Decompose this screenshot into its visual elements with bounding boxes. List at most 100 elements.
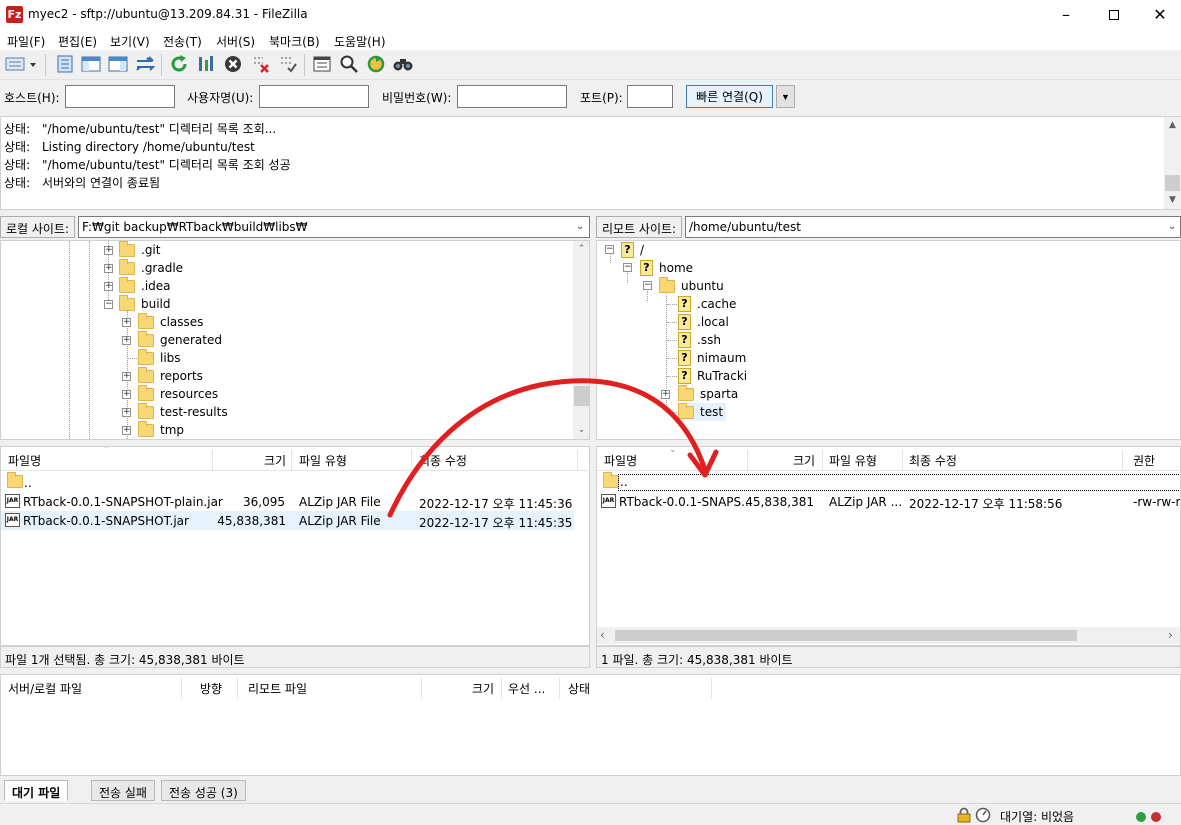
queue-column-priority[interactable]: 우선 ... bbox=[508, 680, 545, 697]
menu-server[interactable]: 서버(S) bbox=[216, 33, 255, 50]
scroll-right-icon[interactable]: › bbox=[1168, 628, 1173, 642]
port-input[interactable] bbox=[627, 85, 673, 108]
tree-folder[interactable]: ? RuTracki bbox=[678, 367, 747, 385]
queue-column-size[interactable]: 크기 bbox=[472, 680, 494, 697]
tree-folder[interactable]: ? .local bbox=[678, 313, 729, 331]
table-row-selected[interactable]: JAR RTback-0.0.1-SNAPSHOT.jar 45,838,381… bbox=[1, 511, 574, 530]
tab-queued-files[interactable]: 대기 파일 bbox=[4, 780, 69, 801]
message-log[interactable]: 상태: "/home/ubuntu/test" 디렉터리 목록 조회... 상태:… bbox=[0, 116, 1181, 210]
column-modified[interactable]: 최종 수정 bbox=[909, 452, 957, 469]
remote-list-hscrollbar[interactable]: ‹ › bbox=[597, 627, 1180, 644]
tree-folder-selected[interactable]: test bbox=[678, 402, 727, 421]
queue-column-direction[interactable]: 방향 bbox=[200, 680, 222, 697]
tree-folder[interactable]: sparta bbox=[678, 384, 738, 403]
remote-path-input[interactable]: /home/ubuntu/test bbox=[685, 216, 1181, 238]
scroll-thumb[interactable] bbox=[1165, 175, 1180, 191]
tree-folder[interactable]: classes bbox=[138, 312, 203, 331]
tree-folder[interactable]: build bbox=[119, 294, 171, 313]
tab-successful-transfers[interactable]: 전송 성공 (3) bbox=[161, 780, 246, 801]
remote-file-list[interactable]: 파일명 ⌄ 크기 파일 유형 최종 수정 권한 .. JAR RTback-0.… bbox=[596, 446, 1181, 646]
column-permissions[interactable]: 권한 bbox=[1133, 452, 1155, 469]
maximize-icon[interactable] bbox=[1091, 0, 1137, 30]
tree-folder[interactable]: generated bbox=[138, 330, 222, 349]
password-label: 비밀번호(W): bbox=[382, 91, 452, 105]
password-input[interactable] bbox=[457, 85, 567, 108]
scroll-down-icon[interactable]: ⌄ bbox=[573, 422, 589, 439]
remote-list-header: 파일명 ⌄ 크기 파일 유형 최종 수정 권한 bbox=[597, 447, 1180, 471]
chevron-down-icon[interactable]: ⌄ bbox=[1168, 221, 1176, 232]
column-filename[interactable]: 파일명 bbox=[8, 452, 41, 469]
tree-folder[interactable]: reports bbox=[138, 366, 203, 385]
menu-edit[interactable]: 편집(E) bbox=[58, 33, 97, 50]
scroll-up-icon[interactable]: ▲ bbox=[1164, 117, 1181, 134]
site-manager-icon[interactable] bbox=[4, 53, 40, 75]
tree-folder[interactable]: resources bbox=[138, 384, 218, 403]
scroll-down-icon[interactable]: ▼ bbox=[1164, 192, 1181, 209]
queue-column-remote-file[interactable]: 리모트 파일 bbox=[248, 680, 307, 697]
local-file-list[interactable]: 파일명 ⌃ 크기 파일 유형 최종 수정 .. JAR RTback-0.0.1… bbox=[0, 446, 590, 646]
tree-folder[interactable]: .git bbox=[119, 241, 160, 259]
menu-bookmarks[interactable]: 북마크(B) bbox=[269, 33, 320, 50]
directory-listing-filter-icon[interactable] bbox=[311, 53, 333, 75]
column-modified[interactable]: 최종 수정 bbox=[419, 452, 467, 469]
scroll-up-icon[interactable]: ⌃ bbox=[573, 241, 589, 258]
tree-folder[interactable]: test-results bbox=[138, 402, 228, 421]
user-input[interactable] bbox=[259, 85, 369, 108]
toggle-log-icon[interactable] bbox=[54, 53, 76, 75]
tree-folder[interactable]: .gradle bbox=[119, 258, 183, 277]
minimize-icon[interactable]: – bbox=[1043, 0, 1089, 30]
quickconnect-dropdown-icon[interactable]: ▼ bbox=[776, 85, 795, 108]
process-queue-icon[interactable] bbox=[195, 53, 217, 75]
tree-folder[interactable]: .idea bbox=[119, 276, 171, 295]
tree-folder[interactable]: libs bbox=[138, 348, 181, 367]
transfer-queue[interactable]: 서버/로컬 파일 방향 리모트 파일 크기 우선 ... 상태 bbox=[0, 674, 1181, 776]
chevron-down-icon[interactable]: ⌄ bbox=[576, 221, 584, 232]
column-size[interactable]: 크기 bbox=[264, 452, 286, 469]
tree-folder[interactable]: ? home bbox=[640, 259, 693, 277]
local-tree-scrollbar[interactable]: ⌃ ⌄ bbox=[573, 241, 589, 439]
tree-folder[interactable]: ? .cache bbox=[678, 295, 736, 313]
table-row[interactable]: JAR RTback-0.0.1-SNAPSHOT-plain.jar 36,0… bbox=[1, 492, 589, 511]
queue-column-status[interactable]: 상태 bbox=[568, 680, 590, 697]
local-path-input[interactable]: F:₩git backup₩RTback₩build₩libs₩ bbox=[78, 216, 590, 238]
menu-transfer[interactable]: 전송(T) bbox=[163, 33, 202, 50]
host-input[interactable] bbox=[65, 85, 175, 108]
speed-limit-icon bbox=[975, 807, 991, 823]
scroll-thumb[interactable] bbox=[574, 386, 589, 406]
menu-view[interactable]: 보기(V) bbox=[110, 33, 150, 50]
toggle-remote-tree-icon[interactable] bbox=[107, 53, 129, 75]
log-scrollbar[interactable]: ▲ ▼ bbox=[1164, 117, 1181, 209]
cancel-operation-icon[interactable] bbox=[222, 53, 244, 75]
disconnect-icon[interactable] bbox=[250, 53, 272, 75]
refresh-icon[interactable] bbox=[168, 53, 190, 75]
column-filename[interactable]: 파일명 bbox=[604, 452, 637, 469]
close-icon[interactable]: ✕ bbox=[1137, 0, 1181, 30]
list-item[interactable]: .. bbox=[597, 472, 1180, 492]
queue-column-local-file[interactable]: 서버/로컬 파일 bbox=[8, 680, 82, 697]
reconnect-icon[interactable] bbox=[277, 53, 299, 75]
menu-help[interactable]: 도움말(H) bbox=[334, 33, 386, 50]
tree-folder[interactable]: ? nimaum bbox=[678, 349, 746, 367]
tree-folder[interactable]: ? .ssh bbox=[678, 331, 721, 349]
toggle-transfer-queue-icon[interactable] bbox=[134, 53, 156, 75]
column-type[interactable]: 파일 유형 bbox=[299, 452, 347, 469]
tree-folder[interactable]: ? / bbox=[621, 241, 644, 259]
tree-folder[interactable]: tmp bbox=[138, 420, 184, 439]
table-row[interactable]: JAR RTback-0.0.1-SNAPS... 45,838,381 ALZ… bbox=[597, 492, 1180, 511]
scroll-thumb[interactable] bbox=[615, 630, 1077, 641]
synchronized-browsing-icon[interactable] bbox=[365, 53, 387, 75]
tab-failed-transfers[interactable]: 전송 실패 bbox=[91, 780, 155, 801]
find-files-icon[interactable] bbox=[392, 53, 414, 75]
toggle-local-tree-icon[interactable] bbox=[80, 53, 102, 75]
remote-status: 1 파일. 총 크기: 45,838,381 바이트 bbox=[596, 646, 1181, 668]
compare-directories-icon[interactable] bbox=[338, 53, 360, 75]
tree-folder[interactable]: ubuntu bbox=[659, 276, 724, 295]
remote-tree[interactable]: − ? / − ? home − ubuntu ? .cache ? .local ?.… bbox=[596, 240, 1181, 440]
scroll-left-icon[interactable]: ‹ bbox=[600, 628, 605, 642]
local-tree[interactable]: + .git + .gradle + .idea − build + class… bbox=[0, 240, 590, 440]
menu-file[interactable]: 파일(F) bbox=[7, 33, 45, 50]
quickconnect-button[interactable]: 빠른 연결(Q) bbox=[686, 85, 773, 108]
list-item[interactable]: .. bbox=[1, 472, 589, 492]
column-type[interactable]: 파일 유형 bbox=[829, 452, 877, 469]
column-size[interactable]: 크기 bbox=[793, 452, 815, 469]
